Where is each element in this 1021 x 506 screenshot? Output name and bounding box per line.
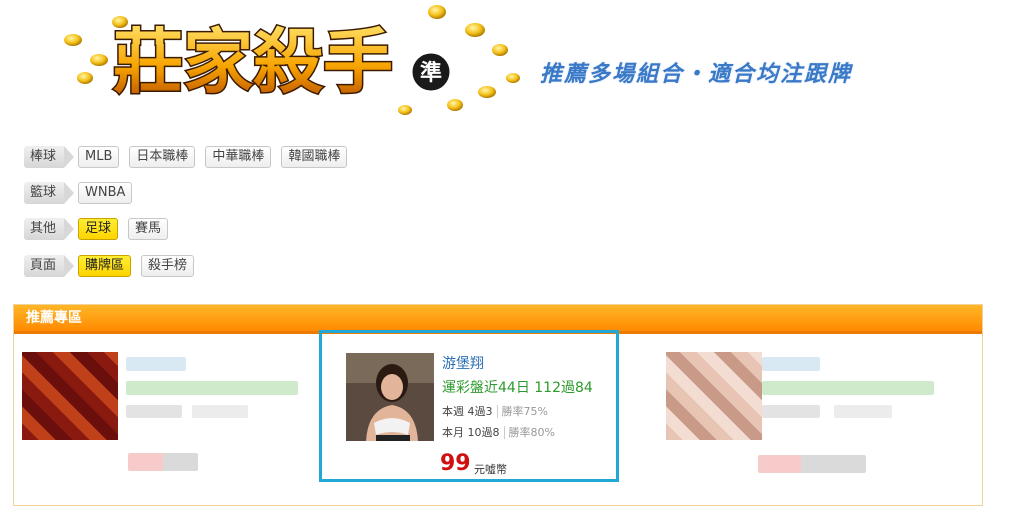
tag-wnba[interactable]: WNBA <box>78 182 133 204</box>
month-win-rate: 勝率80% <box>503 426 555 439</box>
blurred-stats <box>126 405 182 418</box>
tagline: 推薦多場組合・適合均注跟牌 <box>540 62 853 87</box>
blurred-price <box>758 455 866 473</box>
tag-purchase-area[interactable]: 購牌區 <box>78 255 132 277</box>
price-value: 99 <box>440 451 471 476</box>
month-stats: 本月 10過8 勝率80% <box>442 424 555 440</box>
price-unit: 元噓幣 <box>474 463 507 476</box>
filter-row-other: 其他 足球 賽馬 <box>24 216 178 242</box>
week-record: 本週 4過3 <box>442 405 493 418</box>
filter-row-baseball: 棒球 MLB 日本職棒 中華職棒 韓國職棒 <box>24 144 357 170</box>
blurred-record <box>762 381 934 395</box>
avatar <box>666 352 762 440</box>
category-label: 棒球 <box>24 146 75 168</box>
category-label: 頁面 <box>24 255 75 277</box>
category-label: 其他 <box>24 218 75 240</box>
blurred-record <box>126 381 298 395</box>
tag-kbo[interactable]: 韓國職棒 <box>281 146 348 168</box>
tag-horse-racing[interactable]: 賽馬 <box>128 218 169 240</box>
logo-title: 莊家殺手 <box>113 21 393 103</box>
logo-banner: 莊家殺手 準 <box>64 5 520 115</box>
blurred-stats <box>762 405 820 418</box>
blurred-stats <box>192 405 248 418</box>
week-win-rate: 勝率75% <box>496 405 548 418</box>
tipster-name[interactable]: 游堡翔 <box>442 353 484 373</box>
tipster-card-blurred[interactable] <box>22 329 318 477</box>
blurred-name <box>126 357 186 371</box>
tipster-card-featured[interactable]: 游堡翔 運彩盤近44日 112過84 本週 4過3 勝率75% 本月 10過8 勝率… <box>319 330 619 482</box>
tag-mlb[interactable]: MLB <box>78 146 120 168</box>
avatar <box>22 352 118 440</box>
tag-npb[interactable]: 日本職棒 <box>129 146 196 168</box>
tag-cpbl[interactable]: 中華職棒 <box>205 146 272 168</box>
blurred-stats <box>834 405 892 418</box>
blurred-price <box>128 453 198 471</box>
tag-soccer[interactable]: 足球 <box>78 218 119 240</box>
tipster-photo <box>346 353 434 441</box>
logo-badge: 準 <box>420 60 442 86</box>
filter-row-page: 頁面 購牌區 殺手榜 <box>24 253 204 279</box>
tag-killer-ranking[interactable]: 殺手榜 <box>141 255 195 277</box>
filter-row-basketball: 籃球 WNBA <box>24 180 142 206</box>
week-stats: 本週 4過3 勝率75% <box>442 403 548 419</box>
tipster-record: 運彩盤近44日 112過84 <box>442 380 593 396</box>
tipster-card-blurred[interactable] <box>666 329 962 477</box>
month-record: 本月 10過8 <box>442 426 500 439</box>
category-label: 籃球 <box>24 182 75 204</box>
blurred-name <box>762 357 820 371</box>
